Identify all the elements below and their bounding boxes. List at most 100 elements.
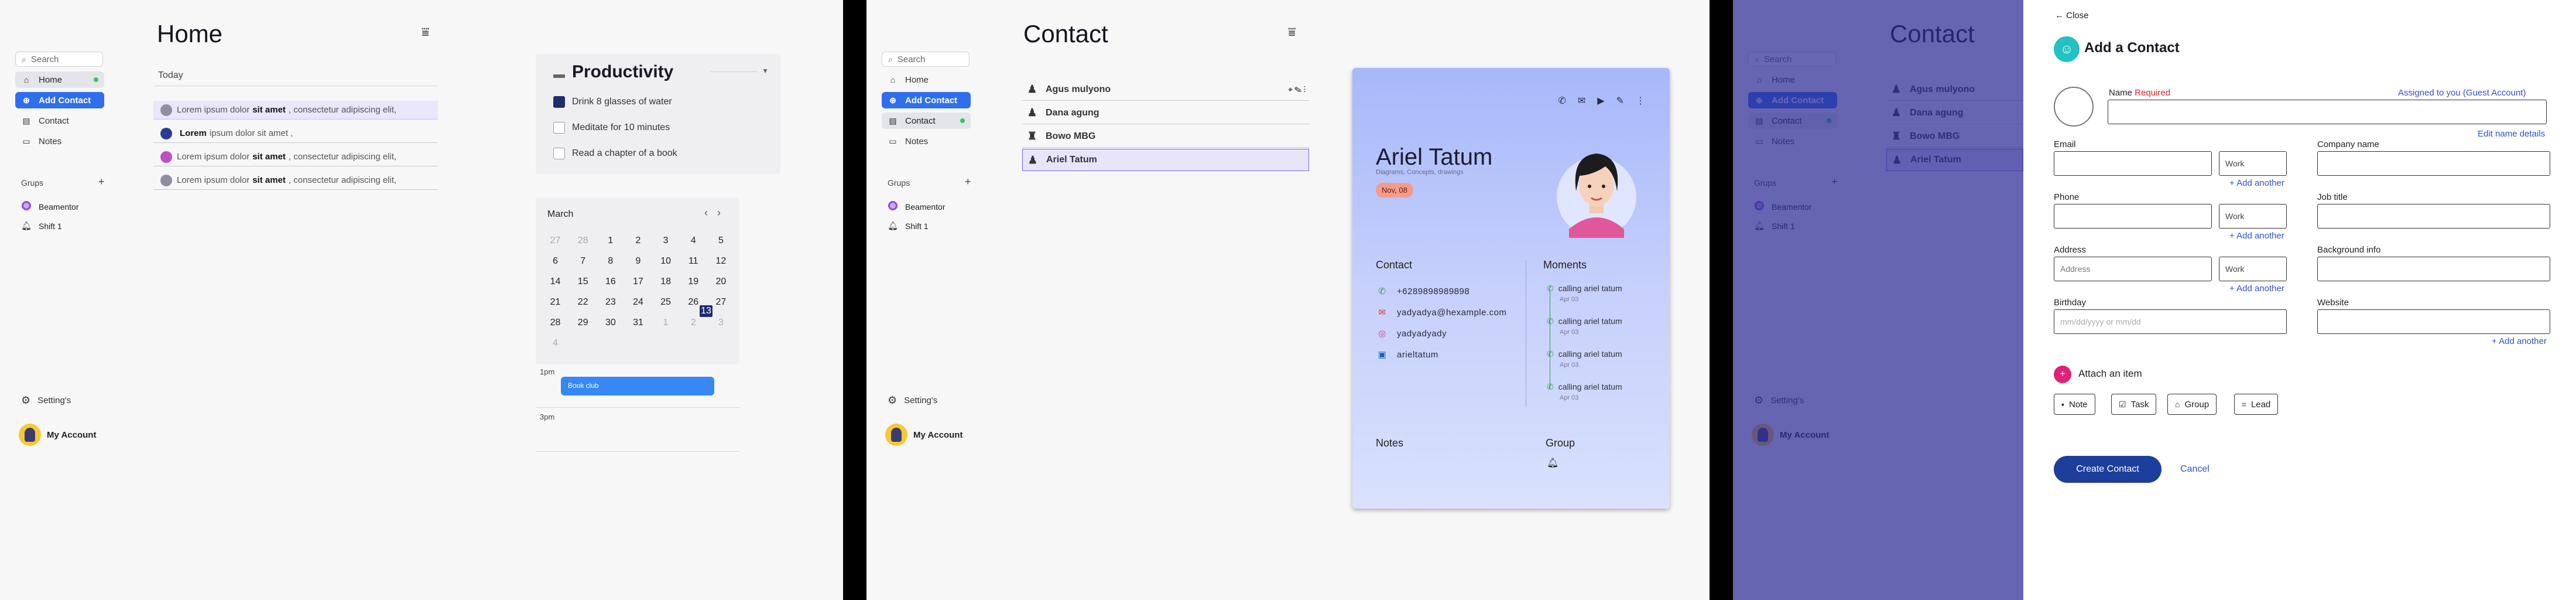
- filter-icon[interactable]: ⩸: [1288, 25, 1296, 40]
- calendar-day[interactable]: 26: [687, 296, 700, 308]
- calendar-day[interactable]: 13: [700, 305, 712, 317]
- sidebar-item-contact[interactable]: ▤Contact: [15, 112, 104, 129]
- edit-name-link[interactable]: Edit name details: [2478, 129, 2545, 139]
- moment-item[interactable]: ✆ calling ariel tatum Apr 03: [1547, 349, 1622, 369]
- moment-item[interactable]: ✆ calling ariel tatum Apr 03: [1547, 382, 1622, 401]
- add-another-email[interactable]: + Add another: [2229, 178, 2284, 188]
- sidebar-item-notes[interactable]: ▭Notes: [15, 133, 104, 149]
- sidebar-item-add-contact[interactable]: ⊕Add Contact: [15, 92, 104, 108]
- group-item-beamentor[interactable]: Beamentor: [21, 201, 78, 212]
- calendar-day[interactable]: 22: [577, 296, 590, 308]
- add-group-button[interactable]: +: [98, 176, 105, 188]
- edit-icon[interactable]: ✎: [1616, 96, 1636, 106]
- my-account-link[interactable]: My Account: [885, 424, 962, 446]
- calendar-day[interactable]: 18: [659, 276, 672, 288]
- phone-field[interactable]: [2054, 204, 2212, 229]
- calendar-day[interactable]: 3: [714, 317, 727, 329]
- filter-icon[interactable]: ⩸: [422, 25, 429, 40]
- avatar-upload[interactable]: [2054, 87, 2094, 127]
- calendar-day[interactable]: 10: [659, 255, 672, 267]
- phone-type-select[interactable]: Work: [2219, 204, 2287, 229]
- calendar-day[interactable]: 29: [577, 317, 590, 329]
- calendar-day[interactable]: 6: [549, 255, 562, 267]
- calendar-day[interactable]: 20: [714, 276, 727, 288]
- sidebar-item-notes[interactable]: ▭Notes: [882, 133, 971, 149]
- calendar-day[interactable]: 4: [549, 338, 562, 349]
- address-type-select[interactable]: Work: [2219, 257, 2287, 281]
- task-item[interactable]: Meditate for 10 minutes: [553, 122, 670, 134]
- attach-lead-button[interactable]: ⌗ Lead: [2234, 394, 2279, 415]
- calendar-event[interactable]: Book club: [561, 377, 714, 396]
- contact-phone[interactable]: ✆ +6289898989898: [1376, 286, 1469, 297]
- sidebar-item-contact[interactable]: ▤Contact: [882, 112, 971, 129]
- note-row[interactable]: Lorem ipsum dolor sit amet, consectetur a…: [153, 171, 438, 190]
- calendar-day[interactable]: 14: [549, 276, 562, 288]
- chevron-down-icon[interactable]: ▼: [762, 67, 769, 75]
- group-item-beamentor[interactable]: Beamentor: [888, 201, 945, 212]
- modal-overlay[interactable]: [1733, 0, 2023, 600]
- contact-list-item-selected[interactable]: ♟Ariel Tatum: [1022, 149, 1309, 171]
- note-row[interactable]: Lorem ipsum dolor sit amet, consectetur a…: [153, 101, 438, 120]
- group-item-shift-1[interactable]: 🔔︎Shift 1: [888, 221, 929, 231]
- birthday-field[interactable]: mm/dd/yyyy or mm/dd: [2054, 309, 2287, 334]
- task-item[interactable]: Read a chapter of a book: [553, 148, 677, 159]
- website-field[interactable]: [2317, 309, 2550, 334]
- calendar-day[interactable]: 1: [659, 317, 672, 329]
- calendar-day[interactable]: 9: [632, 255, 645, 267]
- contact-list-item[interactable]: ♟ Agus mulyono ⌖ ✎ ⋮: [1022, 79, 1309, 101]
- moment-item[interactable]: ✆ calling ariel tatum Apr 03: [1547, 284, 1622, 303]
- assigned-link[interactable]: Assigned to you (Guest Account): [2398, 88, 2526, 98]
- calendar-day[interactable]: 2: [632, 235, 645, 247]
- sidebar-search[interactable]: ⌕Search: [15, 52, 103, 67]
- calendar-day[interactable]: 25: [659, 296, 672, 308]
- my-account-link[interactable]: My Account: [19, 424, 96, 446]
- contact-linkedin[interactable]: ▣ arieltatum: [1376, 349, 1438, 360]
- calendar-day[interactable]: 31: [632, 317, 645, 329]
- email-field[interactable]: [2054, 151, 2212, 176]
- calendar-day[interactable]: 23: [604, 296, 617, 308]
- calendar-day[interactable]: 28: [549, 317, 562, 329]
- chevron-left-icon[interactable]: ‹: [704, 207, 708, 219]
- calendar-day[interactable]: 8: [604, 255, 617, 267]
- checkbox[interactable]: [553, 122, 565, 134]
- calendar-day[interactable]: 1: [604, 235, 617, 247]
- attach-group-button[interactable]: ⌂ Group: [2167, 394, 2217, 415]
- contact-instagram[interactable]: ◎ yadyadyady: [1376, 328, 1447, 339]
- create-contact-button[interactable]: Create Contact: [2054, 456, 2161, 483]
- attach-note-button[interactable]: ▪ Note: [2054, 394, 2095, 415]
- calendar-day[interactable]: 11: [687, 255, 700, 267]
- calendar-day[interactable]: 28: [577, 235, 590, 247]
- attach-task-button[interactable]: ☑ Task: [2111, 394, 2157, 415]
- settings-link[interactable]: ⚙Setting's: [21, 394, 71, 407]
- note-row[interactable]: Lorem ipsum dolor sit amet ,: [153, 124, 438, 143]
- sidebar-search[interactable]: ⌕Search: [882, 52, 970, 67]
- phone-icon[interactable]: ✆: [1558, 96, 1577, 106]
- contact-email[interactable]: ✉ yadyadya@hexample.com: [1376, 307, 1506, 318]
- video-icon[interactable]: ▶: [1597, 96, 1616, 106]
- calendar-day[interactable]: 27: [714, 296, 727, 308]
- sidebar-item-add-contact[interactable]: ⊕Add Contact: [882, 92, 971, 108]
- calendar-day[interactable]: 7: [577, 255, 590, 267]
- calendar-day[interactable]: 30: [604, 317, 617, 329]
- sidebar-item-home[interactable]: ⌂Home: [882, 71, 971, 88]
- calendar-day[interactable]: 5: [714, 235, 727, 247]
- calendar-day[interactable]: 16: [604, 276, 617, 288]
- more-icon[interactable]: ⋮: [1636, 96, 1657, 106]
- card-toolbar[interactable]: ✆✉▶✎⋮: [1558, 95, 1657, 107]
- moment-item[interactable]: ✆ calling ariel tatum Apr 03: [1547, 316, 1622, 336]
- calendar-day[interactable]: 17: [632, 276, 645, 288]
- row-actions[interactable]: ⌖ ✎ ⋮: [1288, 85, 1306, 94]
- calendar-day[interactable]: 2: [687, 317, 700, 329]
- calendar-day[interactable]: 24: [632, 296, 645, 308]
- contact-list-item[interactable]: ♟Dana agung: [1022, 102, 1309, 124]
- calendar-day[interactable]: 21: [549, 296, 562, 308]
- job-title-field[interactable]: [2317, 204, 2550, 229]
- checkbox[interactable]: [553, 148, 565, 159]
- calendar-day[interactable]: 15: [577, 276, 590, 288]
- add-another-website[interactable]: + Add another: [2492, 336, 2547, 346]
- name-field[interactable]: [2108, 100, 2547, 124]
- email-type-select[interactable]: Work: [2219, 151, 2287, 176]
- calendar-day[interactable]: 27: [549, 235, 562, 247]
- calendar-day[interactable]: 4: [687, 235, 700, 247]
- cancel-button[interactable]: Cancel: [2180, 464, 2210, 475]
